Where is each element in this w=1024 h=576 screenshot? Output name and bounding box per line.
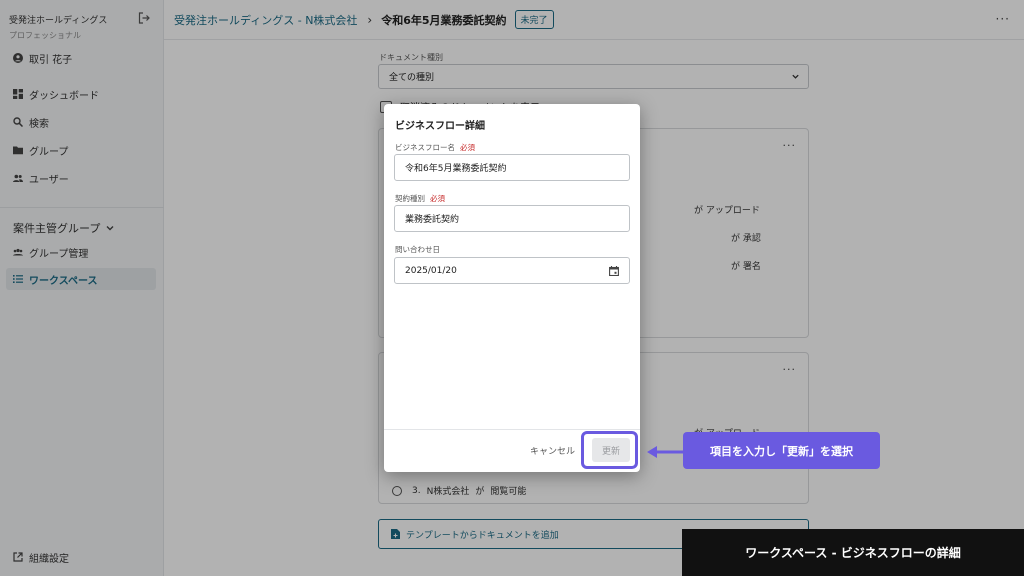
dialog-title: ビジネスフロー詳細: [395, 121, 485, 132]
flow-name-label: ビジネスフロー名 必須: [395, 142, 475, 153]
field-value: 2025/01/20: [405, 265, 457, 276]
callout-arrow-icon: [647, 446, 686, 458]
field-value: 令和6年5月業務委託契約: [405, 164, 507, 174]
contract-type-label: 契約種別 必須: [395, 193, 445, 204]
screen-caption: ワークスペース - ビジネスフローの詳細: [682, 529, 1024, 576]
inquiry-date-label: 問い合わせ日: [395, 244, 440, 255]
field-label: 問い合わせ日: [395, 245, 440, 254]
required-badge: 必須: [430, 194, 445, 203]
app-window: 受発注ホールディングス プロフェッショナル 取引 花子 ダッシュボード 検索 グ…: [0, 0, 1024, 576]
business-flow-dialog: ビジネスフロー詳細 ビジネスフロー名 必須 令和6年5月業務委託契約 契約種別 必須…: [384, 104, 640, 472]
calendar-icon[interactable]: [609, 266, 619, 276]
contract-type-field[interactable]: 業務委託契約: [394, 205, 630, 232]
flow-name-field[interactable]: 令和6年5月業務委託契約: [394, 154, 630, 181]
field-value: 業務委託契約: [405, 215, 460, 225]
field-label: 契約種別: [395, 194, 425, 203]
cancel-button[interactable]: キャンセル: [530, 444, 575, 457]
update-button[interactable]: 更新: [592, 438, 630, 462]
instruction-callout: 項目を入力し「更新」を選択: [683, 432, 880, 469]
required-badge: 必須: [460, 143, 475, 152]
inquiry-date-field[interactable]: 2025/01/20: [394, 257, 630, 284]
dialog-footer-divider: [384, 429, 640, 430]
field-label: ビジネスフロー名: [395, 143, 455, 152]
